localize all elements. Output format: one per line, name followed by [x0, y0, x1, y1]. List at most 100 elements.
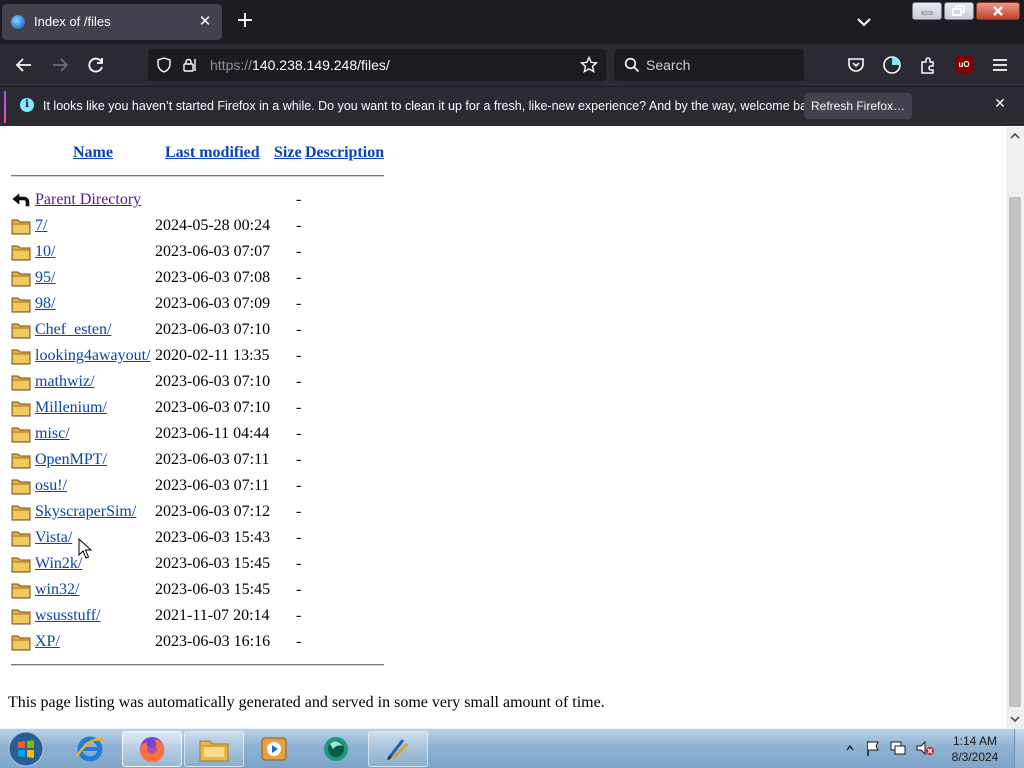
directory-link[interactable]: looking4awayout/: [35, 347, 151, 365]
directory-link[interactable]: 10/: [35, 243, 55, 261]
directory-link[interactable]: mathwiz/: [35, 373, 95, 391]
directory-link[interactable]: Vista/: [35, 529, 72, 547]
clock-time: 1:14 AM: [952, 734, 998, 748]
header-size-link[interactable]: Size: [274, 144, 302, 162]
internet-explorer-icon: [75, 736, 104, 762]
taskbar-internet-explorer[interactable]: [60, 731, 120, 767]
file-row: Millenium/2023-06-03 07:10 -: [0, 396, 500, 422]
file-row: 7/2024-05-28 00:24 -: [0, 214, 500, 240]
size: -: [296, 321, 302, 338]
taskbar-paint-app[interactable]: [368, 731, 428, 767]
window-controls: [912, 2, 1020, 22]
tab-title: Index of /files: [34, 14, 111, 29]
directory-link[interactable]: 95/: [35, 269, 55, 287]
taskbar-media-player[interactable]: [244, 731, 304, 767]
bookmark-star-icon[interactable]: [580, 56, 598, 74]
last-modified: 2023-06-03 07:12: [155, 503, 271, 520]
taskbar-green-app[interactable]: [306, 731, 366, 767]
url-scheme: https://: [210, 57, 253, 73]
parent-directory-size: -: [296, 191, 302, 208]
info-icon: i: [20, 98, 34, 112]
last-modified: 2023-06-03 07:09: [155, 295, 271, 312]
restore-button[interactable]: [944, 2, 974, 20]
folder-icon: [11, 219, 31, 235]
pocket-icon[interactable]: [846, 55, 866, 75]
hamburger-menu-icon[interactable]: [990, 55, 1010, 75]
scrollbar-thumb[interactable]: [1009, 197, 1021, 707]
folder-icon: [11, 427, 31, 443]
header-last-modified-link[interactable]: Last modified: [165, 144, 260, 162]
directory-link[interactable]: win32/: [35, 581, 79, 599]
close-window-button[interactable]: [976, 2, 1020, 20]
new-tab-button[interactable]: +: [234, 10, 256, 32]
file-row: Chef_esten/2023-06-03 07:10 -: [0, 318, 500, 344]
green-globe-app-icon: [324, 737, 348, 761]
size: -: [296, 477, 302, 494]
scroll-up-arrow-icon[interactable]: [1010, 131, 1020, 141]
header-name-link[interactable]: Name: [73, 144, 113, 162]
directory-link[interactable]: 7/: [35, 217, 47, 235]
system-clock[interactable]: 1:14 AM 8/3/2024: [940, 733, 1010, 765]
show-desktop-button[interactable]: [1014, 729, 1024, 768]
header-description-link[interactable]: Description: [305, 144, 384, 162]
directory-link[interactable]: Millenium/: [35, 399, 107, 417]
extensions-icon[interactable]: [918, 55, 938, 75]
back-icon[interactable]: [14, 55, 34, 75]
start-button[interactable]: [6, 731, 46, 767]
tab-index-of-files[interactable]: Index of /files ✕: [2, 4, 222, 40]
minimize-button[interactable]: [912, 2, 942, 20]
folder-icon: [11, 479, 31, 495]
file-row: 95/2023-06-03 07:08 -: [0, 266, 500, 292]
action-center-flag-icon[interactable]: [865, 739, 881, 757]
clock-date: 8/3/2024: [951, 750, 999, 764]
scroll-down-arrow-icon[interactable]: [1010, 714, 1020, 724]
forward-icon[interactable]: [50, 55, 70, 75]
folder-icon: [199, 740, 229, 762]
notification-close-icon[interactable]: ✕: [992, 96, 1008, 112]
file-row: Vista/2023-06-03 15:43 -: [0, 526, 500, 552]
reload-icon[interactable]: [86, 55, 106, 75]
tracking-protection-shield-icon[interactable]: [156, 57, 172, 73]
directory-link[interactable]: 98/: [35, 295, 55, 313]
file-row: win32/2023-06-03 15:45 -: [0, 578, 500, 604]
search-bar[interactable]: Search: [614, 49, 804, 81]
last-modified: 2023-06-03 07:11: [155, 451, 270, 468]
vertical-scrollbar[interactable]: [1006, 127, 1024, 728]
network-icon[interactable]: [889, 739, 907, 757]
directory-link[interactable]: Win2k/: [35, 555, 82, 573]
directory-link[interactable]: SkyscraperSim/: [35, 503, 136, 521]
directory-link[interactable]: wsusstuff/: [35, 607, 101, 625]
refresh-firefox-button[interactable]: Refresh Firefox…: [804, 93, 912, 119]
last-modified: 2020-02-11 13:35: [155, 347, 270, 364]
notification-bar: i It looks like you haven’t started Fire…: [0, 86, 1024, 126]
windows-logo-icon: [8, 731, 44, 767]
tab-close-icon[interactable]: ✕: [196, 12, 214, 30]
list-all-tabs-button[interactable]: [854, 12, 874, 32]
file-row: Win2k/2023-06-03 15:45 -: [0, 552, 500, 578]
taskbar-file-explorer[interactable]: [184, 731, 244, 767]
chevron-down-icon: [857, 18, 871, 27]
last-modified: 2023-06-03 15:43: [155, 529, 271, 546]
taskbar-firefox[interactable]: [122, 731, 182, 767]
show-hidden-icons-icon[interactable]: [845, 743, 855, 753]
size: -: [296, 581, 302, 598]
last-modified: 2024-05-28 00:24: [155, 217, 271, 234]
directory-link[interactable]: osu!/: [35, 477, 67, 495]
directory-link[interactable]: misc/: [35, 425, 70, 443]
ublock-origin-icon[interactable]: uO: [955, 56, 973, 74]
folder-icon: [11, 271, 31, 287]
url-bar[interactable]: https://140.238.149.248/files/: [148, 49, 606, 81]
file-row: looking4awayout/2020-02-11 13:35 -: [0, 344, 500, 370]
size: -: [296, 217, 302, 234]
directory-link[interactable]: Chef_esten/: [35, 321, 111, 339]
header-divider: [11, 175, 384, 177]
back-arrow-icon: [12, 193, 30, 207]
parent-directory-link[interactable]: Parent Directory: [35, 191, 141, 209]
volume-muted-icon[interactable]: [915, 739, 935, 757]
lock-warning-icon[interactable]: [182, 57, 198, 73]
paint-brush-icon: [387, 739, 409, 760]
size: -: [296, 503, 302, 520]
directory-link[interactable]: XP/: [35, 633, 60, 651]
firefox-account-icon[interactable]: [882, 55, 902, 75]
directory-link[interactable]: OpenMPT/: [35, 451, 107, 469]
